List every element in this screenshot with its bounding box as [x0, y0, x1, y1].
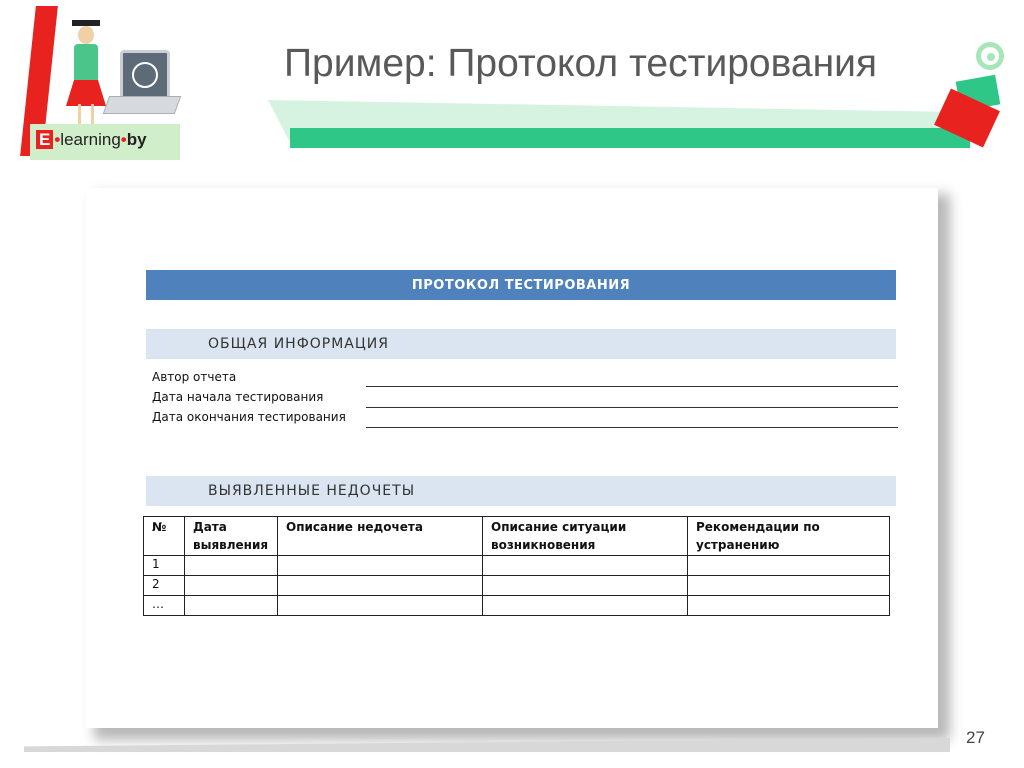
gear-icon — [976, 42, 1004, 70]
table-cell — [184, 555, 278, 576]
keyboard-icon — [102, 96, 182, 114]
table-cell — [482, 575, 688, 596]
logo-brand-text: E •learning•by — [36, 130, 147, 154]
table-cell — [482, 555, 688, 576]
logo-suffix: by — [126, 130, 147, 149]
field-label-end-date: Дата окончания тестирования — [152, 410, 346, 424]
slide-title: Пример: Протокол тестирования — [284, 42, 878, 85]
column-header-number: № — [143, 516, 185, 556]
field-line-author — [366, 386, 898, 387]
elearning-logo: E •learning•by — [20, 6, 182, 166]
table-cell — [687, 575, 890, 596]
table-row: 2 — [143, 575, 890, 596]
document-header: ПРОТОКОЛ ТЕСТИРОВАНИЯ — [146, 270, 896, 300]
field-label-start-date: Дата начала тестирования — [152, 390, 324, 404]
field-line-end-date — [366, 427, 898, 428]
field-label-author: Автор отчета — [152, 370, 237, 384]
table-cell — [184, 575, 278, 596]
table-cell — [482, 595, 688, 616]
table-cell — [277, 555, 483, 576]
table-row: 1 — [143, 555, 890, 576]
table-cell — [277, 595, 483, 616]
table-cell: 1 — [143, 555, 185, 576]
table-cell — [184, 595, 278, 616]
table-cell: 2 — [143, 575, 185, 596]
table-cell — [687, 555, 890, 576]
table-cell — [277, 575, 483, 596]
column-header-situation: Описание ситуации возникновения — [482, 516, 688, 556]
general-info-section: ОБЩАЯ ИНФОРМАЦИЯ — [146, 329, 896, 359]
column-header-recommendations: Рекомендации по устранению — [687, 516, 890, 556]
column-header-description: Описание недочета — [277, 516, 483, 556]
logo-e-letter: E — [36, 130, 54, 149]
student-figure-head — [78, 26, 94, 44]
table-cell — [687, 595, 890, 616]
student-figure-skirt — [66, 80, 106, 106]
field-line-start-date — [366, 407, 898, 408]
defects-table: № Дата выявления Описание недочета Описа… — [143, 516, 890, 616]
globe-icon — [132, 62, 158, 88]
logo-word: learning — [60, 130, 121, 149]
table-cell: … — [143, 595, 185, 616]
student-figure-legs — [78, 104, 94, 126]
table-row: … — [143, 595, 890, 616]
table-header-row: № Дата выявления Описание недочета Описа… — [143, 516, 890, 556]
footer-band — [24, 738, 950, 752]
column-header-date: Дата выявления — [184, 516, 278, 556]
student-figure-body — [74, 44, 98, 84]
defects-section: ВЫЯВЛЕННЫЕ НЕДОЧЕТЫ — [146, 476, 896, 506]
test-protocol-document: ПРОТОКОЛ ТЕСТИРОВАНИЯ ОБЩАЯ ИНФОРМАЦИЯ А… — [86, 188, 938, 728]
page-number: 27 — [966, 728, 985, 747]
header-ribbon-green — [290, 128, 970, 148]
